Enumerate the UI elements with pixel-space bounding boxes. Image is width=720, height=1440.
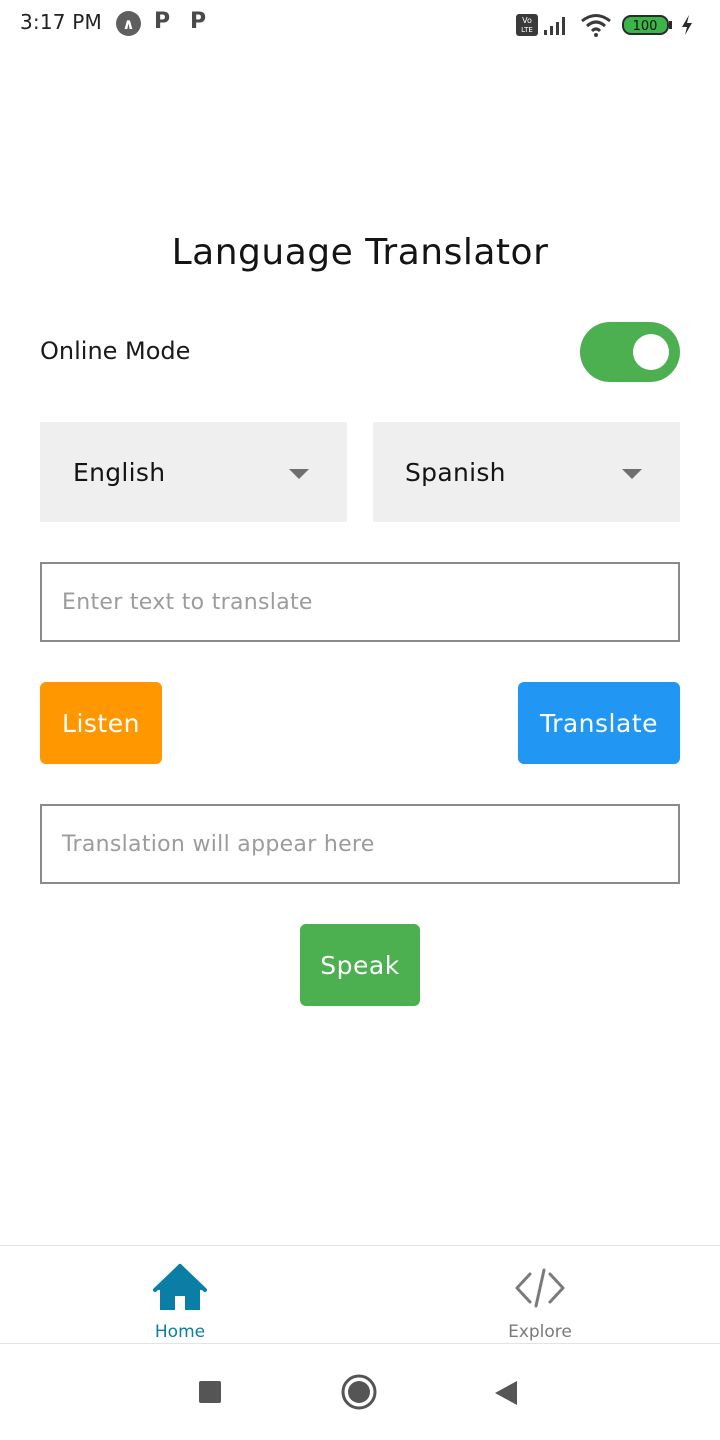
listen-button[interactable]: Listen	[40, 682, 162, 764]
tab-home-label: Home	[154, 1322, 206, 1342]
bottom-tab-bar: Home Explore	[0, 1245, 720, 1344]
svg-text:100: 100	[633, 19, 658, 34]
page-title: Language Translator	[171, 232, 549, 273]
code-icon	[515, 1268, 565, 1308]
toggle-knob	[633, 334, 669, 370]
home-circle-icon[interactable]	[341, 1374, 377, 1410]
source-language-picker[interactable]: English	[40, 422, 347, 522]
svg-text:LTE: LTE	[521, 26, 533, 34]
back-triangle-icon[interactable]	[494, 1380, 518, 1406]
translate-button[interactable]: Translate	[518, 682, 680, 764]
status-time: 3:17 PM	[20, 10, 102, 34]
tab-explore-label: Explore	[508, 1322, 572, 1342]
tab-explore[interactable]: Explore	[360, 1246, 720, 1344]
p-icon: P	[190, 9, 207, 34]
tab-home[interactable]: Home	[0, 1246, 360, 1344]
online-mode-label: Online Mode	[40, 337, 191, 365]
svg-text:Vo: Vo	[522, 16, 532, 25]
charging-icon	[682, 15, 692, 35]
translation-output-placeholder: Translation will appear here	[62, 831, 375, 857]
dropdown-caret-icon	[289, 469, 309, 479]
source-text-input[interactable]	[40, 562, 680, 642]
battery-icon: 100	[622, 15, 672, 35]
online-mode-toggle[interactable]	[580, 322, 680, 382]
speak-button[interactable]: Speak	[300, 924, 420, 1006]
recents-square-icon[interactable]	[199, 1381, 221, 1403]
status-bar: 3:17 PM ∧ P P Vo LTE 100	[0, 0, 720, 48]
p-icon: P	[154, 9, 171, 34]
home-icon	[153, 1264, 207, 1310]
signal-icon	[544, 17, 565, 35]
translation-output: Translation will appear here	[40, 804, 680, 884]
dropdown-caret-icon	[622, 469, 642, 479]
target-language-picker[interactable]: Spanish	[373, 422, 680, 522]
screen: 3:17 PM ∧ P P Vo LTE 100 Language Transl…	[0, 0, 720, 1440]
wifi-icon	[581, 14, 611, 37]
accessibility-icon: ∧	[116, 11, 141, 36]
target-language-value: Spanish	[405, 457, 506, 487]
volte-icon: Vo LTE	[516, 14, 538, 36]
system-nav-bar	[0, 1344, 720, 1440]
source-language-value: English	[73, 457, 166, 487]
